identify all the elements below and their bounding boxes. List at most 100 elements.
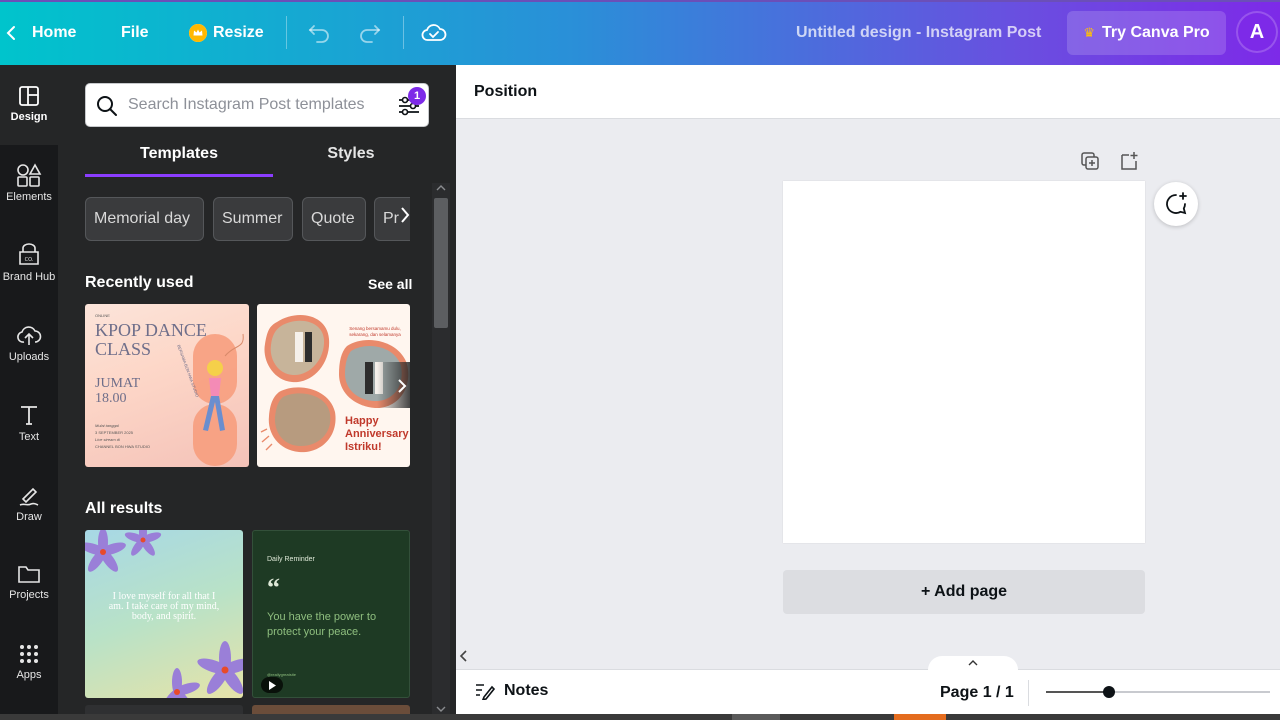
anniv-line1: Happy (345, 415, 379, 427)
undo-icon[interactable] (306, 20, 332, 46)
grid-icon (20, 645, 38, 663)
recently-used-heading: Recently used (85, 274, 194, 291)
cloud-upload-icon (17, 326, 42, 345)
template-thumbnail-kpop[interactable]: ONLINE KPOP DANCE CLASS JUMAT 18.00 BERS… (85, 304, 249, 467)
kpop-channel: CHANNEL BON HWA STUDIO (95, 444, 151, 449)
layout-icon (19, 86, 39, 106)
anniv-line2: Anniversary (345, 428, 409, 440)
template-thumbnail-anniversary[interactable]: Senang bersamamu dulu, sekarang, dan sel… (257, 304, 410, 467)
see-all-link[interactable]: See all (368, 276, 412, 292)
rail-item-elements[interactable]: Elements (0, 145, 58, 225)
anniv-line3: Istriku! (345, 441, 382, 453)
home-button[interactable]: Home (32, 0, 76, 65)
brand-hub-icon: CO. (19, 243, 39, 265)
duplicate-page-icon[interactable] (1079, 150, 1101, 172)
add-page-button[interactable]: + Add page (783, 570, 1145, 614)
quote-icon: “ (267, 573, 280, 602)
rail-item-brand-hub[interactable]: CO. Brand Hub (0, 225, 58, 305)
toolbar-divider (286, 16, 287, 49)
redo-icon[interactable] (357, 20, 383, 46)
top-bar: Home File Resize Untitled design - Insta… (0, 0, 1280, 65)
rail-item-draw[interactable]: Draw (0, 465, 58, 545)
back-button[interactable] (2, 0, 20, 65)
play-icon[interactable] (261, 677, 283, 693)
all-results-heading: All results (85, 500, 163, 517)
notes-icon (476, 684, 496, 700)
reminder-label: Daily Reminder (267, 556, 315, 563)
rail-item-projects[interactable]: Projects (0, 545, 58, 625)
reminder-text: You have the power to protect your peace… (267, 611, 377, 638)
rail-label: Design (10, 111, 48, 123)
rail-label: Brand Hub (2, 271, 56, 283)
rail-item-design[interactable]: Design (0, 65, 58, 145)
chevron-left-icon (6, 25, 15, 40)
zoom-slider-handle[interactable] (1103, 686, 1115, 698)
rail-label: Apps (16, 669, 42, 681)
side-rail: Design Elements CO. Brand Hub Uploads Te… (0, 65, 58, 720)
design-title[interactable]: Untitled design - Instagram Post (796, 0, 1041, 65)
chip-summer[interactable]: Summer (213, 197, 293, 241)
notes-button[interactable]: Notes (474, 682, 548, 700)
bottom-bar: Notes Page 1 / 1 (456, 656, 1280, 714)
position-button[interactable]: Position (474, 83, 537, 101)
shapes-icon (17, 163, 42, 187)
search-icon (97, 96, 117, 116)
rail-item-text[interactable]: Text (0, 385, 58, 465)
resize-button[interactable]: Resize (189, 0, 264, 65)
kpop-live: Live stream di (95, 437, 120, 442)
kpop-date-label: Mulai tanggal (95, 423, 119, 428)
pen-icon (19, 487, 39, 506)
tab-styles[interactable]: Styles (273, 145, 429, 177)
chevron-left-icon[interactable] (459, 649, 469, 663)
search-box: 1 (85, 83, 429, 127)
divider (1028, 680, 1029, 706)
chevron-up-icon[interactable] (928, 656, 1018, 670)
resize-label: Resize (213, 23, 264, 41)
rail-item-uploads[interactable]: Uploads (0, 305, 58, 385)
anniv-caption: Senang bersamamu dulu, sekarang, dan sel… (349, 326, 401, 337)
chevron-right-icon[interactable] (396, 377, 408, 395)
templates-panel: 1 Templates Styles Memorial day Summer Q… (58, 65, 456, 720)
chevron-right-icon[interactable] (399, 205, 413, 233)
svg-text:CO.: CO. (25, 257, 34, 263)
love-text: I love myself for all that I am. I take … (108, 591, 220, 622)
scrollbar-thumb[interactable] (434, 198, 448, 328)
try-canva-pro-button[interactable]: ♛ Try Canva Pro (1067, 11, 1226, 55)
kpop-online: ONLINE (95, 313, 110, 318)
crown-icon (189, 23, 207, 42)
text-icon (21, 406, 37, 425)
try-pro-label: Try Canva Pro (1102, 24, 1210, 41)
rail-item-apps[interactable]: Apps (0, 625, 58, 705)
zoom-slider-fill (1046, 691, 1109, 693)
cloud-saved-icon[interactable] (421, 20, 447, 46)
kpop-title: KPOP DANCE CLASS (95, 320, 207, 359)
file-menu-button[interactable]: File (121, 0, 149, 65)
magic-comment-button[interactable] (1154, 182, 1198, 226)
os-taskbar (0, 714, 1280, 720)
tab-templates[interactable]: Templates (85, 145, 273, 177)
add-page-icon[interactable] (1118, 150, 1140, 172)
chip-memorial-day[interactable]: Memorial day (85, 197, 204, 241)
template-thumbnail-love-myself[interactable]: I love myself for all that I am. I take … (85, 530, 243, 698)
crown-icon: ♛ (1083, 25, 1096, 40)
notes-label: Notes (504, 682, 549, 699)
toolbar-divider (403, 16, 404, 49)
taskbar-item[interactable] (732, 714, 780, 720)
template-thumbnail-daily-reminder[interactable]: Daily Reminder “ You have the power to p… (252, 530, 410, 698)
comment-plus-icon (1166, 192, 1187, 215)
chip-quote[interactable]: Quote (302, 197, 366, 241)
folder-icon (18, 566, 40, 583)
rail-label: Uploads (8, 351, 50, 363)
taskbar-item[interactable] (894, 714, 946, 720)
kpop-day: JUMAT (95, 376, 141, 391)
design-page[interactable] (783, 181, 1145, 543)
chevron-down-icon[interactable] (436, 705, 446, 713)
chevron-up-icon[interactable] (436, 184, 446, 192)
avatar[interactable]: A (1236, 11, 1278, 53)
search-input[interactable] (128, 94, 383, 116)
kpop-time: 18.00 (95, 391, 127, 406)
rail-label: Draw (16, 511, 42, 523)
page-indicator[interactable]: Page 1 / 1 (940, 684, 1014, 702)
rail-label: Text (18, 431, 40, 443)
filter-count-badge: 1 (408, 87, 426, 105)
